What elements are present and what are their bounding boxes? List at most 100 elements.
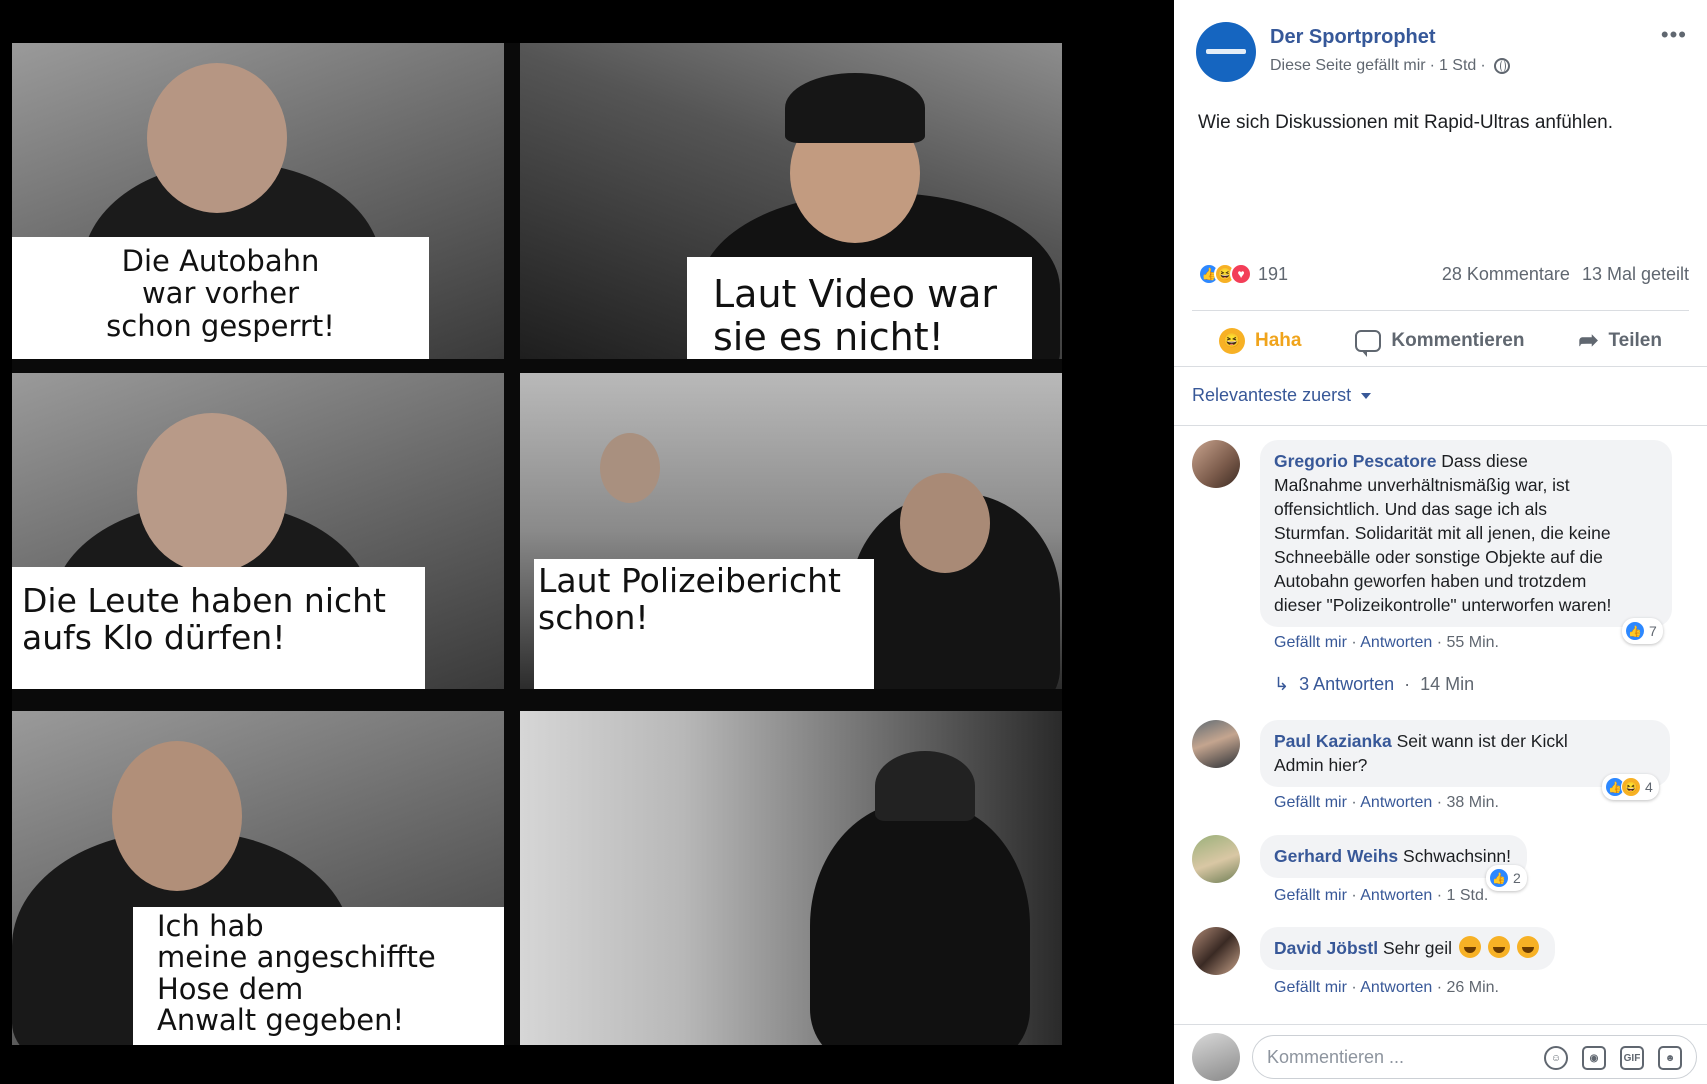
caption-line: schon!	[538, 597, 649, 637]
comment-time[interactable]: 1 Std.	[1447, 887, 1489, 904]
comment-text-line: Maßnahme unverhältnismäßig war, ist	[1274, 475, 1570, 495]
like-page-link[interactable]: Diese Seite gefällt mir	[1270, 57, 1426, 75]
comment-time[interactable]: 38 Min.	[1447, 794, 1499, 811]
commenter-avatar[interactable]	[1192, 440, 1240, 488]
comment-like-link[interactable]: Gefällt mir	[1274, 887, 1347, 904]
current-user-avatar	[1192, 1033, 1240, 1081]
like-reaction-icon: 👍	[1625, 621, 1645, 641]
comment-author-link[interactable]: Gerhard Weihs	[1274, 846, 1398, 866]
comment-time[interactable]: 55 Min.	[1447, 634, 1499, 651]
panel-face	[600, 433, 660, 503]
caption-line: aufs Klo dürfen!	[22, 617, 286, 657]
sticker-icon[interactable]: ☻	[1658, 1046, 1682, 1070]
caption-line: Laut Polizeibericht	[538, 561, 841, 600]
engagement-counts: 28 Kommentare 13 Mal geteilt	[1442, 264, 1689, 285]
separator-dot: ·	[1429, 57, 1435, 74]
comment-meta: Gefällt mir · Antworten · 55 Min.	[1274, 634, 1499, 652]
emoji-icon[interactable]: ☺	[1544, 1046, 1568, 1070]
separator-dot: ·	[1436, 634, 1443, 651]
composer-tools: ☺ ◉ GIF ☻	[1544, 1036, 1682, 1080]
comment-like-link[interactable]: Gefällt mir	[1274, 979, 1347, 996]
comment-reactions-badge[interactable]: 👍 7	[1622, 618, 1663, 644]
commenter-avatar[interactable]	[1192, 720, 1240, 768]
share-icon: ➦	[1578, 327, 1599, 354]
comment-reaction-count: 4	[1645, 779, 1653, 795]
divider	[1174, 425, 1707, 426]
meme-panel-3: Die Leute haben nicht aufs Klo dürfen!	[12, 373, 504, 689]
view-replies-link[interactable]: ↳ 3 Antworten · 14 Min	[1274, 674, 1474, 695]
comment-reactions-badge[interactable]: 👍 2	[1486, 865, 1527, 891]
replies-count: 3 Antworten	[1299, 674, 1395, 694]
panel-cap	[785, 73, 925, 143]
comment-text-line: offensichtlich. Und das sage ich als	[1274, 499, 1548, 519]
post-text: Wie sich Diskussionen mit Rapid-Ultras a…	[1198, 112, 1613, 133]
comment-reactions-badge[interactable]: 👍 😆 4	[1602, 774, 1659, 800]
gif-icon[interactable]: GIF	[1620, 1046, 1644, 1070]
separator-dot: ·	[1480, 57, 1486, 74]
comment-label: Kommentieren	[1391, 329, 1525, 351]
comment-count-link[interactable]: 28 Kommentare	[1442, 264, 1570, 285]
comment-icon	[1355, 329, 1382, 357]
comment-author-link[interactable]: Paul Kazianka	[1274, 731, 1392, 751]
caption-line: Anwalt gegeben!	[157, 1002, 405, 1037]
chevron-down-icon	[1361, 392, 1372, 399]
comment-reply-link[interactable]: Antworten	[1360, 634, 1432, 651]
haha-label: Haha	[1254, 329, 1302, 351]
comment-reply-link[interactable]: Antworten	[1360, 887, 1432, 904]
panel-figure	[810, 801, 1030, 1045]
commenter-avatar[interactable]	[1192, 835, 1240, 883]
comment-author-link[interactable]: David Jöbstl	[1274, 938, 1378, 958]
comment-reply-link[interactable]: Antworten	[1360, 794, 1432, 811]
meme-panel-5: Ich hab meine angeschiffte Hose dem Anwa…	[12, 711, 504, 1045]
comment-input[interactable]: Kommentieren ... ☺ ◉ GIF ☻	[1252, 1035, 1697, 1079]
post-time[interactable]: 1 Std	[1439, 57, 1476, 75]
laughing-emoji-icon	[1487, 936, 1510, 958]
separator-dot: ·	[1436, 979, 1443, 996]
comment-text-line: Sehr geil	[1382, 938, 1453, 958]
comment-text-line: Autobahn geworfen haben und trotzdem	[1274, 571, 1587, 591]
caption-line: meine angeschiffte	[157, 940, 436, 975]
photo-viewer: Die Autobahn war vorher schon gesperrt! …	[0, 0, 1174, 1084]
share-button[interactable]: ➦ Teilen	[1578, 326, 1662, 355]
comment-sort-dropdown[interactable]: Relevanteste zuerst	[1192, 385, 1372, 406]
separator-dot: ·	[1436, 887, 1443, 904]
globe-icon	[1493, 58, 1510, 74]
comment-author-link[interactable]: Gregorio Pescatore	[1274, 451, 1436, 471]
separator-dot: ·	[1351, 887, 1357, 904]
comment-like-link[interactable]: Gefällt mir	[1274, 794, 1347, 811]
comment-button[interactable]: Kommentieren	[1355, 329, 1525, 357]
caption-line: Ich hab	[157, 909, 264, 943]
comment-item: Gregorio Pescatore Dass diese Maßnahme u…	[1192, 440, 1689, 694]
page-avatar[interactable]	[1196, 22, 1256, 82]
caption-line: Die Leute haben nicht	[22, 581, 386, 620]
comment-time[interactable]: 26 Min.	[1447, 979, 1499, 996]
comment-text-line: Sturmfan. Solidarität mit all jenen, die…	[1274, 523, 1611, 543]
sort-label: Relevanteste zuerst	[1192, 385, 1352, 405]
page-name-link[interactable]: Der Sportprophet	[1270, 26, 1510, 49]
camera-icon[interactable]: ◉	[1582, 1046, 1606, 1070]
comment-bubble: David Jöbstl Sehr geil	[1260, 927, 1555, 970]
haha-button[interactable]: 😆 Haha	[1218, 327, 1302, 354]
commenter-avatar[interactable]	[1192, 927, 1240, 975]
meme-panel-2: Laut Video war sie es nicht!	[520, 43, 1062, 359]
comment-meta: Gefällt mir · Antworten · 26 Min.	[1274, 979, 1499, 997]
reaction-count[interactable]: 191	[1258, 264, 1288, 285]
meme-caption-3: Die Leute haben nicht aufs Klo dürfen!	[12, 567, 425, 689]
haha-reaction-icon: 😆	[1621, 777, 1641, 797]
share-count-link[interactable]: 13 Mal geteilt	[1582, 264, 1689, 285]
love-reaction-icon[interactable]: ♥	[1230, 263, 1252, 285]
caption-line: schon gesperrt!	[106, 308, 335, 343]
comment-like-link[interactable]: Gefällt mir	[1274, 634, 1347, 651]
post-actions: 😆 Haha Kommentieren ➦ Teilen	[1192, 310, 1689, 362]
laughing-emoji-icon	[1516, 936, 1539, 958]
share-label: Teilen	[1608, 329, 1662, 351]
meme-panel-1: Die Autobahn war vorher schon gesperrt!	[12, 43, 504, 359]
caption-line: sie es nicht!	[713, 314, 944, 359]
separator-dot: ·	[1436, 794, 1443, 811]
comment-text-line: Dass diese	[1441, 451, 1528, 471]
haha-icon: 😆	[1218, 327, 1245, 354]
comment-bubble: Gregorio Pescatore Dass diese Maßnahme u…	[1260, 440, 1672, 627]
more-horizontal-icon[interactable]: •••	[1661, 24, 1687, 46]
caption-line: Laut Video war	[713, 272, 998, 316]
comment-reply-link[interactable]: Antworten	[1360, 979, 1432, 996]
